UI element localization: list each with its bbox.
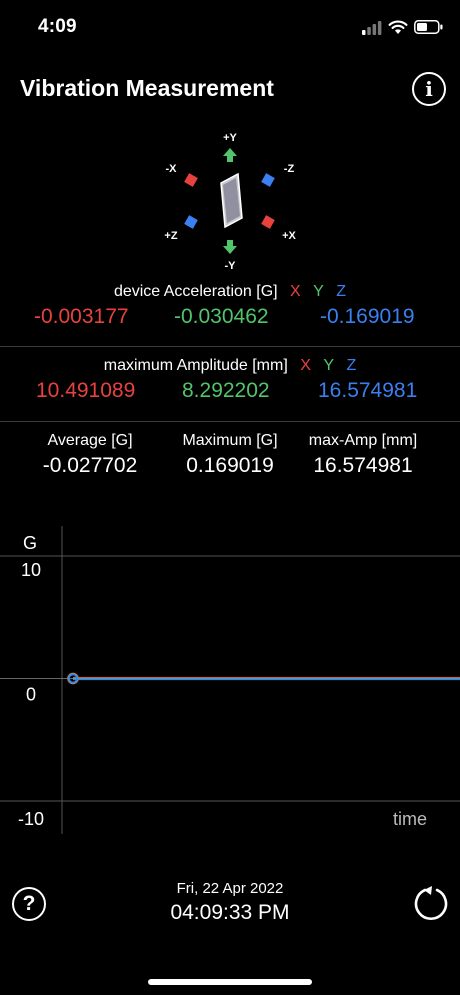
acceleration-axis-x: X — [290, 283, 301, 300]
cellular-signal-icon — [362, 21, 382, 40]
max-amp-value: 16.574981 — [313, 454, 413, 477]
plus-x-cube-icon — [261, 215, 275, 229]
acceleration-z-value: -0.169019 — [320, 305, 415, 328]
amplitude-x-value: 10.491089 — [36, 379, 136, 402]
amplitude-axis-x: X — [300, 357, 311, 374]
acceleration-axis-y: Y — [313, 283, 324, 300]
maximum-value: 0.169019 — [186, 454, 274, 477]
wifi-icon — [388, 19, 408, 40]
amplitude-axis-z: Z — [346, 357, 357, 374]
battery-icon — [414, 20, 444, 39]
footer-time: 04:09:33 PM — [170, 901, 290, 924]
refresh-icon — [414, 886, 448, 921]
plus-y-arrow-icon — [223, 148, 237, 162]
chart-y-tick-label: 0 — [26, 685, 36, 705]
acceleration-chart: G time 10 0 -10 — [0, 526, 460, 834]
label-minus-y: -Y — [225, 260, 237, 272]
amplitude-axis-y: Y — [323, 357, 335, 374]
divider — [0, 421, 460, 422]
chart-y-tick-label: 10 — [21, 560, 41, 580]
reset-button[interactable] — [411, 884, 451, 929]
status-time: 4:09 — [38, 16, 77, 37]
label-minus-z: -Z — [284, 163, 295, 175]
amplitude-y-value: 8.292202 — [182, 379, 270, 402]
chart-x-label: time — [393, 809, 427, 829]
maximum-label: Maximum [G] — [182, 432, 278, 449]
minus-x-cube-icon — [184, 173, 198, 187]
acceleration-label: device Acceleration [G] — [113, 283, 278, 300]
average-label: Average [G] — [47, 432, 133, 449]
label-minus-x: -X — [166, 163, 178, 175]
amplitude-label: maximum Amplitude [mm] — [103, 357, 288, 374]
plus-z-cube-icon — [184, 215, 198, 229]
label-plus-y: +Y — [223, 132, 237, 144]
home-indicator — [148, 979, 312, 985]
phone-icon — [220, 172, 243, 229]
minus-z-cube-icon — [261, 173, 275, 187]
acceleration-axis-z: Z — [336, 283, 347, 300]
info-button[interactable]: i — [412, 72, 446, 106]
label-plus-x: +X — [282, 230, 296, 242]
average-value: -0.027702 — [42, 454, 138, 477]
amplitude-z-value: 16.574981 — [318, 379, 418, 402]
amplitude-header: maximum Amplitude [mm] X Y Z — [0, 357, 460, 375]
stat-max-amp: max-Amp [mm] 16.574981 — [293, 432, 433, 478]
orientation-diagram: +Y -Y -X -Z +Z +X — [164, 132, 296, 272]
label-plus-z: +Z — [164, 230, 177, 242]
divider — [0, 346, 460, 347]
page-title: Vibration Measurement — [20, 75, 274, 101]
acceleration-x-value: -0.003177 — [34, 305, 129, 328]
chart-y-tick-label: -10 — [18, 809, 44, 829]
max-amp-label: max-Amp [mm] — [308, 432, 418, 449]
info-icon: i — [425, 77, 433, 101]
acceleration-y-value: -0.030462 — [174, 305, 269, 328]
stat-maximum: Maximum [G] 0.169019 — [160, 432, 300, 478]
footer-date: Fri, 22 Apr 2022 — [176, 880, 284, 897]
acceleration-header: device Acceleration [G] X Y Z — [0, 283, 460, 301]
minus-y-arrow-icon — [223, 240, 237, 254]
stat-average: Average [G] -0.027702 — [20, 432, 160, 478]
chart-y-label: G — [23, 533, 37, 553]
